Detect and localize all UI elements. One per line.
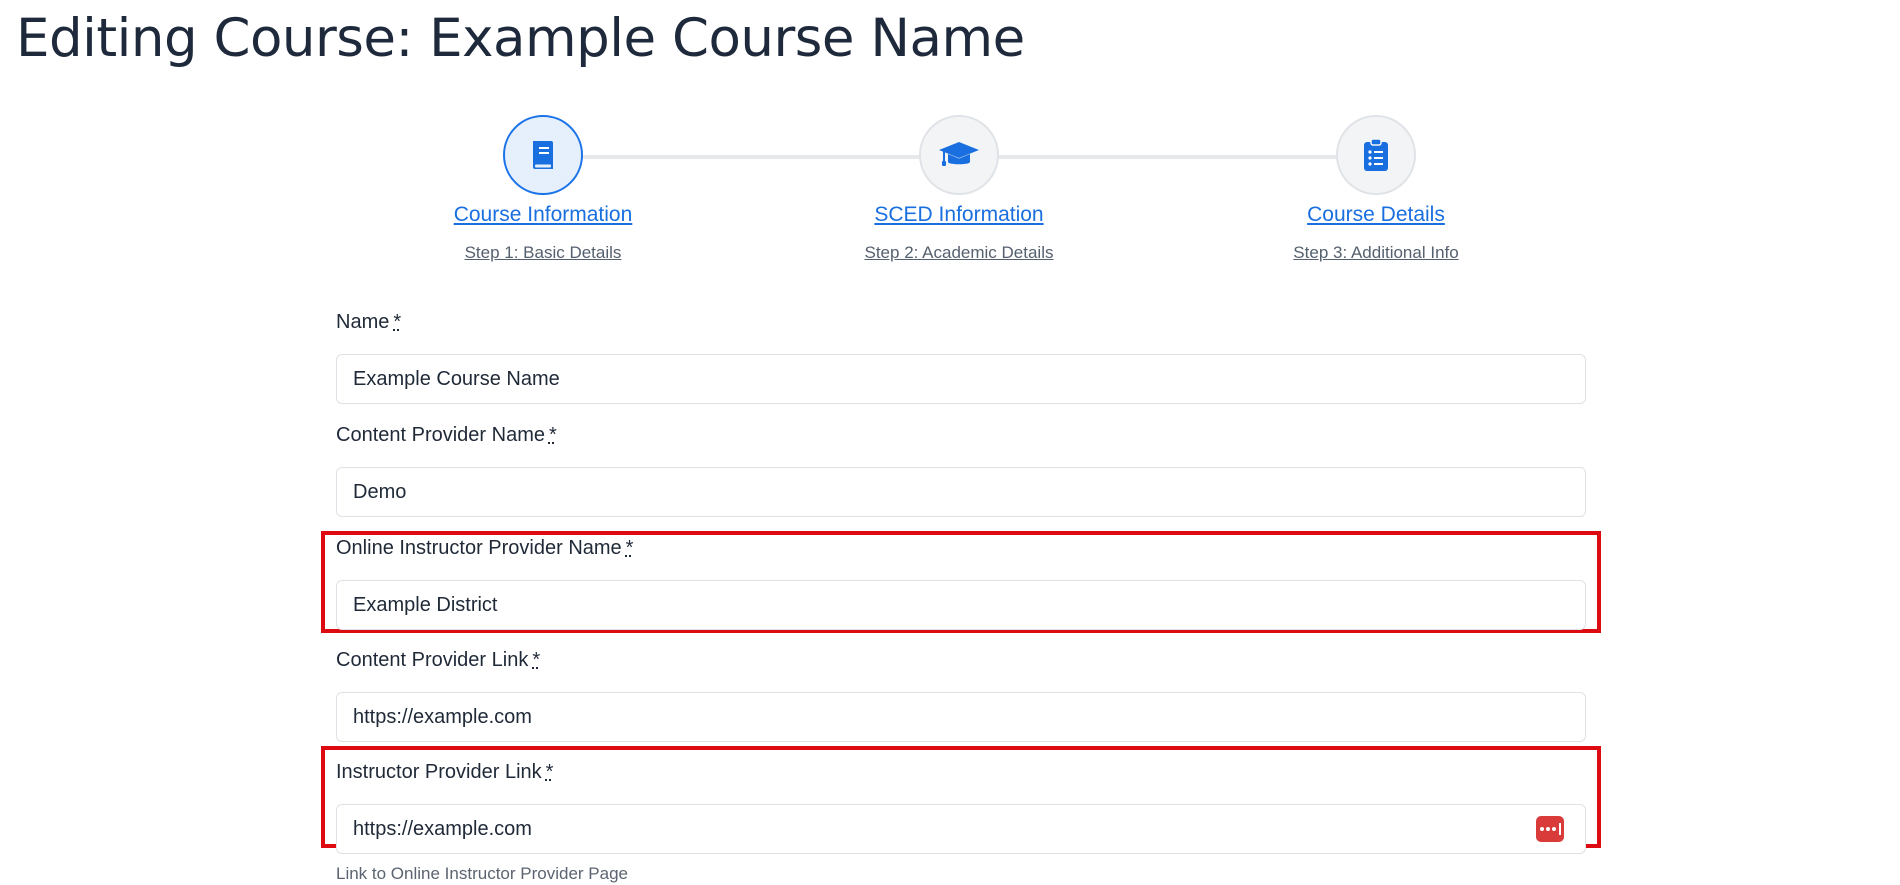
required-marker: * bbox=[545, 761, 554, 783]
name-field-group: Name * bbox=[336, 308, 1586, 404]
label-text: Content Provider Name bbox=[336, 424, 545, 446]
step-icon-circle[interactable] bbox=[919, 115, 999, 195]
password-manager-icon[interactable] bbox=[1536, 816, 1564, 842]
step-title-link[interactable]: Course Details bbox=[1216, 203, 1536, 227]
content-provider-name-input[interactable] bbox=[336, 467, 1586, 517]
label-text: Instructor Provider Link bbox=[336, 761, 542, 783]
step-sced-information[interactable]: SCED Information Step 2: Academic Detail… bbox=[799, 115, 1119, 263]
step-course-information[interactable]: Course Information Step 1: Basic Details bbox=[383, 115, 703, 263]
step-subtitle-link[interactable]: Step 1: Basic Details bbox=[383, 243, 703, 263]
required-marker: * bbox=[625, 537, 634, 559]
step-title-link[interactable]: Course Information bbox=[383, 203, 703, 227]
label-text: Name bbox=[336, 311, 390, 333]
online-instructor-provider-name-label: Online Instructor Provider Name * bbox=[336, 537, 633, 559]
step-subtitle-link[interactable]: Step 3: Additional Info bbox=[1216, 243, 1536, 263]
required-marker: * bbox=[393, 311, 402, 333]
page-title: Editing Course: Example Course Name bbox=[16, 8, 1025, 69]
required-marker: * bbox=[532, 649, 541, 671]
step-icon-circle[interactable] bbox=[503, 115, 583, 195]
label-text: Content Provider Link bbox=[336, 649, 529, 671]
required-marker: * bbox=[548, 424, 557, 446]
graduation-cap-icon bbox=[939, 142, 979, 166]
content-provider-name-field-group: Content Provider Name * bbox=[336, 421, 1586, 517]
step-subtitle-link[interactable]: Step 2: Academic Details bbox=[799, 243, 1119, 263]
name-input[interactable] bbox=[336, 354, 1586, 404]
name-label: Name * bbox=[336, 311, 401, 333]
content-provider-link-label: Content Provider Link * bbox=[336, 649, 540, 671]
content-provider-name-label: Content Provider Name * bbox=[336, 424, 557, 446]
online-instructor-provider-name-field-group: Online Instructor Provider Name * bbox=[336, 534, 1586, 630]
content-provider-link-field-group: Content Provider Link * bbox=[336, 646, 1586, 742]
label-text: Online Instructor Provider Name bbox=[336, 537, 622, 559]
clipboard-list-icon bbox=[1364, 138, 1388, 171]
step-course-details[interactable]: Course Details Step 3: Additional Info bbox=[1216, 115, 1536, 263]
book-icon bbox=[533, 141, 553, 169]
instructor-provider-link-field-group: Instructor Provider Link* Link to Online… bbox=[336, 758, 1586, 883]
instructor-provider-link-help: Link to Online Instructor Provider Page bbox=[336, 864, 628, 883]
instructor-provider-link-input[interactable] bbox=[336, 804, 1586, 854]
content-provider-link-input[interactable] bbox=[336, 692, 1586, 742]
step-icon-circle[interactable] bbox=[1336, 115, 1416, 195]
instructor-provider-link-label: Instructor Provider Link * bbox=[336, 761, 553, 783]
step-title-link[interactable]: SCED Information bbox=[799, 203, 1119, 227]
online-instructor-provider-name-input[interactable] bbox=[336, 580, 1586, 630]
